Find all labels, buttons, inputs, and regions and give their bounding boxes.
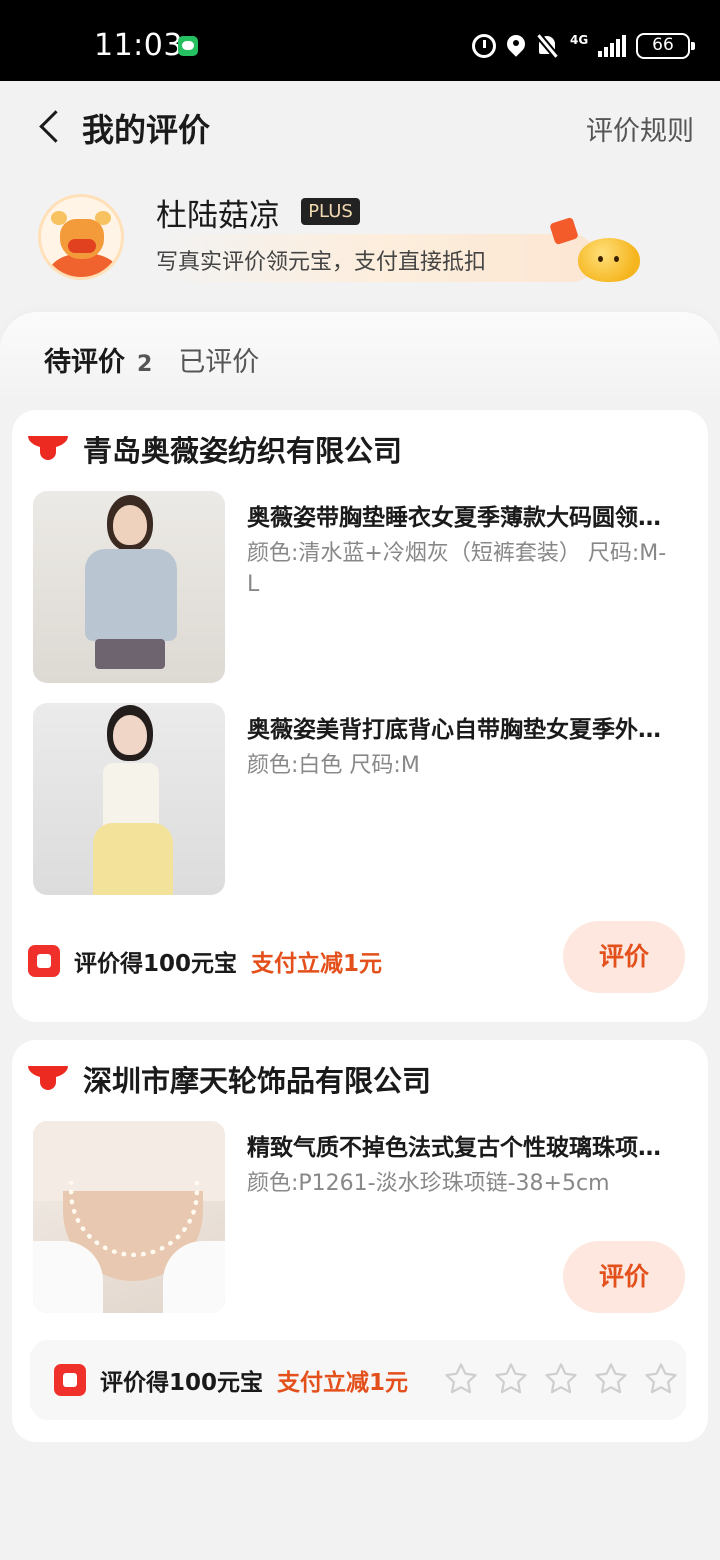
review-rules-link[interactable]: 评价规则 bbox=[586, 109, 694, 148]
reward-text: 评价得100元宝 bbox=[74, 951, 238, 977]
clock: 11:03 bbox=[94, 28, 183, 63]
back-icon[interactable] bbox=[36, 111, 64, 145]
product-spec: 颜色:清水蓝+冷烟灰（短裤套装） 尺码:M-L bbox=[247, 541, 667, 597]
status-bar: 11:03 4G 66 bbox=[0, 0, 720, 81]
product-title[interactable]: 精致气质不掉色法式复古个性玻璃珠项链女 bbox=[247, 1128, 677, 1162]
plus-badge: PLUS bbox=[301, 198, 360, 225]
avatar[interactable] bbox=[38, 194, 124, 280]
network-label: 4G bbox=[570, 33, 589, 47]
order-card: 深圳市摩天轮饰品有限公司 精致气质不掉色法式复古个性玻璃珠项链女 颜色:P126… bbox=[12, 1040, 708, 1442]
gold-ingot-mascot-icon bbox=[549, 216, 642, 286]
product-image[interactable] bbox=[33, 1121, 225, 1313]
tab-pending[interactable]: 待评价 bbox=[44, 340, 125, 379]
red-packet-icon bbox=[54, 1364, 86, 1396]
reward-text: 评价得100元宝 bbox=[100, 1370, 264, 1396]
mute-icon bbox=[536, 34, 560, 58]
reward-discount: 支付立减1元 bbox=[277, 1370, 409, 1396]
alarm-icon bbox=[472, 34, 496, 58]
star-icon[interactable] bbox=[592, 1360, 630, 1398]
tab-reviewed[interactable]: 已评价 bbox=[178, 340, 259, 379]
quick-rating-bar: 评价得100元宝 支付立减1元 bbox=[30, 1340, 686, 1420]
page-title: 我的评价 bbox=[82, 111, 211, 149]
reward-info: 评价得100元宝 支付立减1元 bbox=[28, 941, 382, 981]
shop-name[interactable]: 深圳市摩天轮饰品有限公司 bbox=[83, 1058, 431, 1100]
shop-name[interactable]: 青岛奥薇姿纺织有限公司 bbox=[83, 428, 402, 470]
signal-icon bbox=[598, 35, 626, 57]
top-nav: 我的评价 评价规则 bbox=[0, 81, 720, 171]
reward-discount: 支付立减1元 bbox=[251, 951, 383, 977]
shop-logo-icon bbox=[28, 436, 68, 462]
product-spec: 颜色:白色 尺码:M bbox=[247, 753, 420, 778]
product-image[interactable] bbox=[33, 491, 225, 683]
reward-info: 评价得100元宝 支付立减1元 bbox=[54, 1360, 408, 1400]
status-icons: 4G 66 bbox=[472, 28, 695, 64]
reward-banner-text: 写真实评价领元宝，支付直接抵扣 bbox=[156, 250, 487, 275]
product-title[interactable]: 奥薇姿美背打底背心自带胸垫女夏季外穿吊带 bbox=[247, 710, 677, 744]
star-icon[interactable] bbox=[492, 1360, 530, 1398]
star-icon[interactable] bbox=[542, 1360, 580, 1398]
star-icon[interactable] bbox=[642, 1360, 680, 1398]
battery-icon: 66 bbox=[636, 33, 695, 59]
review-button[interactable]: 评价 bbox=[563, 921, 685, 993]
review-tabs: 待评价 2 已评价 bbox=[44, 340, 259, 380]
product-spec: 颜色:P1261-淡水珍珠项链-38+5cm bbox=[247, 1171, 610, 1196]
product-image[interactable] bbox=[33, 703, 225, 895]
red-packet-icon bbox=[28, 945, 60, 977]
wechat-notification-icon bbox=[178, 36, 198, 56]
product-title[interactable]: 奥薇姿带胸垫睡衣女夏季薄款大码圆领短袖 bbox=[247, 498, 677, 532]
location-icon bbox=[506, 34, 526, 58]
star-rating bbox=[442, 1360, 680, 1398]
profile-section: 杜陆菇凉 PLUS 写真实评价领元宝，支付直接抵扣 bbox=[0, 180, 720, 300]
star-icon[interactable] bbox=[442, 1360, 480, 1398]
tab-pending-count: 2 bbox=[137, 352, 153, 377]
username: 杜陆菇凉 bbox=[156, 198, 280, 234]
shop-logo-icon bbox=[28, 1066, 68, 1092]
review-button[interactable]: 评价 bbox=[563, 1241, 685, 1313]
order-card: 青岛奥薇姿纺织有限公司 奥薇姿带胸垫睡衣女夏季薄款大码圆领短袖 颜色:清水蓝+冷… bbox=[12, 410, 708, 1022]
reward-banner[interactable]: 写真实评价领元宝，支付直接抵扣 bbox=[156, 234, 596, 282]
